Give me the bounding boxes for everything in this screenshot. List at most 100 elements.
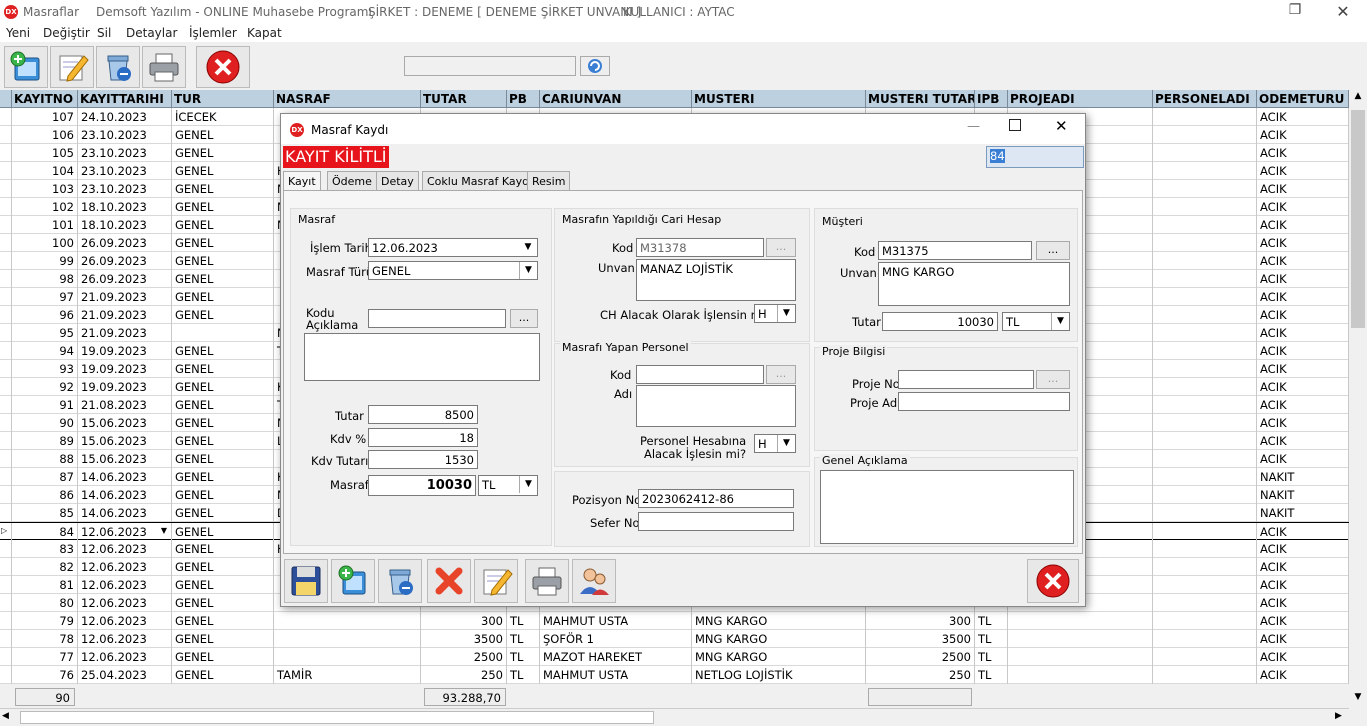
table-cell[interactable]: GENEL	[172, 468, 274, 486]
table-cell[interactable]	[1153, 126, 1257, 144]
table-cell[interactable]: ACIK	[1257, 523, 1349, 541]
table-cell[interactable]: 88	[12, 450, 78, 468]
column-header[interactable]: PB	[507, 90, 540, 108]
table-cell[interactable]	[1153, 612, 1257, 630]
sefer-field[interactable]	[638, 512, 794, 531]
table-row[interactable]: 77 12.06.2023 GENEL 2500 TL MAZOT HAREKET MNG …	[0, 648, 1349, 666]
table-cell[interactable]: ACIK	[1257, 324, 1349, 342]
table-cell[interactable]	[1008, 666, 1153, 684]
masraf-total-field[interactable]: 10030	[368, 475, 476, 496]
dialog-close-icon[interactable]: ✕	[1055, 117, 1068, 135]
table-cell[interactable]: 94	[12, 342, 78, 360]
masraf-turu-select[interactable]: GENEL ▼	[368, 261, 538, 280]
table-cell[interactable]	[1153, 324, 1257, 342]
table-cell[interactable]: TL	[507, 630, 540, 648]
table-cell[interactable]	[1153, 288, 1257, 306]
table-cell[interactable]	[1153, 108, 1257, 126]
row-indicator[interactable]	[0, 486, 12, 504]
table-row[interactable]: 79 12.06.2023 GENEL 300 TL MAHMUT USTA MNG KAR…	[0, 612, 1349, 630]
menu-sil[interactable]: Sil	[97, 26, 111, 40]
table-cell[interactable]: 103	[12, 180, 78, 198]
table-cell[interactable]: 15.06.2023	[78, 432, 172, 450]
scroll-left-icon[interactable]: ◀	[2, 711, 9, 721]
row-indicator[interactable]	[0, 630, 12, 648]
table-cell[interactable]	[1153, 540, 1257, 558]
chevron-down-icon[interactable]: ▼	[777, 435, 795, 452]
table-cell[interactable]	[172, 324, 274, 342]
table-cell[interactable]: ACIK	[1257, 306, 1349, 324]
table-cell[interactable]: 12.06.2023	[78, 648, 172, 666]
column-header[interactable]: NASRAF	[274, 90, 421, 108]
column-header[interactable]: KAYITTARIHI	[78, 90, 172, 108]
horizontal-scrollbar[interactable]: ◀ ▶	[0, 708, 1349, 726]
table-cell[interactable]: GENEL	[172, 432, 274, 450]
column-header[interactable]: PERSONELADI	[1153, 90, 1257, 108]
table-cell[interactable]: ŞOFÖR 1	[540, 630, 692, 648]
save-button[interactable]	[284, 559, 328, 603]
table-cell[interactable]: ACIK	[1257, 450, 1349, 468]
table-cell[interactable]	[1153, 648, 1257, 666]
table-cell[interactable]: 23.10.2023	[78, 126, 172, 144]
table-cell[interactable]	[1153, 486, 1257, 504]
table-cell[interactable]: ACIK	[1257, 612, 1349, 630]
table-cell[interactable]: MNG KARGO	[692, 648, 866, 666]
table-cell[interactable]: ACIK	[1257, 396, 1349, 414]
row-indicator[interactable]	[0, 108, 12, 126]
dialog-delete-button[interactable]	[378, 559, 422, 603]
table-cell[interactable]: 85	[12, 504, 78, 522]
table-cell[interactable]: 250	[421, 666, 507, 684]
table-cell[interactable]: 300	[421, 612, 507, 630]
chevron-down-icon[interactable]: ▼	[1051, 313, 1069, 330]
proje-browse-button[interactable]: ...	[1036, 370, 1070, 389]
menu-yeni[interactable]: Yeni	[6, 26, 30, 40]
chevron-down-icon[interactable]: ▼	[519, 476, 537, 493]
personel-adi-field[interactable]	[636, 385, 796, 427]
table-cell[interactable]: 78	[12, 630, 78, 648]
scroll-thumb[interactable]	[1351, 110, 1365, 328]
table-cell[interactable]: ACIK	[1257, 594, 1349, 612]
row-indicator[interactable]	[0, 648, 12, 666]
table-cell[interactable]: 82	[12, 558, 78, 576]
table-cell[interactable]: İCECEK	[172, 108, 274, 126]
add-button[interactable]	[4, 46, 48, 88]
table-cell[interactable]	[1153, 666, 1257, 684]
table-cell[interactable]: 12.06.2023	[78, 612, 172, 630]
table-cell[interactable]: ACIK	[1257, 126, 1349, 144]
table-cell[interactable]: 21.09.2023	[78, 324, 172, 342]
table-cell[interactable]: 250	[866, 666, 975, 684]
row-indicator[interactable]	[0, 612, 12, 630]
row-indicator[interactable]	[0, 162, 12, 180]
table-cell[interactable]: 102	[12, 198, 78, 216]
table-cell[interactable]: 84	[12, 523, 78, 541]
row-indicator[interactable]	[0, 324, 12, 342]
table-cell[interactable]: ACIK	[1257, 270, 1349, 288]
row-indicator[interactable]	[0, 414, 12, 432]
row-indicator[interactable]	[0, 288, 12, 306]
column-header[interactable]: KAYITNO	[12, 90, 78, 108]
table-cell[interactable]: 107	[12, 108, 78, 126]
table-cell[interactable]: NAKIT	[1257, 486, 1349, 504]
table-cell[interactable]	[1008, 612, 1153, 630]
cari-unvan-field[interactable]: MANAZ LOJİSTİK	[636, 259, 796, 301]
musteri-kod-field[interactable]: M31375	[878, 241, 1032, 260]
table-cell[interactable]: ACIK	[1257, 288, 1349, 306]
table-cell[interactable]: GENEL	[172, 630, 274, 648]
table-cell[interactable]: ACIK	[1257, 378, 1349, 396]
table-cell[interactable]: 83	[12, 540, 78, 558]
table-cell[interactable]: MAZOT HAREKET	[540, 648, 692, 666]
table-cell[interactable]: 26.09.2023	[78, 234, 172, 252]
table-cell[interactable]	[1153, 306, 1257, 324]
maximize-icon[interactable]	[1009, 119, 1021, 131]
row-indicator[interactable]	[0, 198, 12, 216]
tab-detay[interactable]: Detay	[376, 171, 419, 191]
table-cell[interactable]: 14.06.2023	[78, 504, 172, 522]
table-cell[interactable]: MNG KARGO	[692, 612, 866, 630]
table-cell[interactable]: GENEL	[172, 198, 274, 216]
row-indicator[interactable]	[0, 378, 12, 396]
row-indicator[interactable]	[0, 432, 12, 450]
table-cell[interactable]: ACIK	[1257, 630, 1349, 648]
table-cell[interactable]	[1008, 648, 1153, 666]
table-cell[interactable]: 300	[866, 612, 975, 630]
pozisyon-field[interactable]: 2023062412-86	[638, 489, 794, 508]
chevron-down-icon[interactable]: ▼	[777, 305, 795, 322]
